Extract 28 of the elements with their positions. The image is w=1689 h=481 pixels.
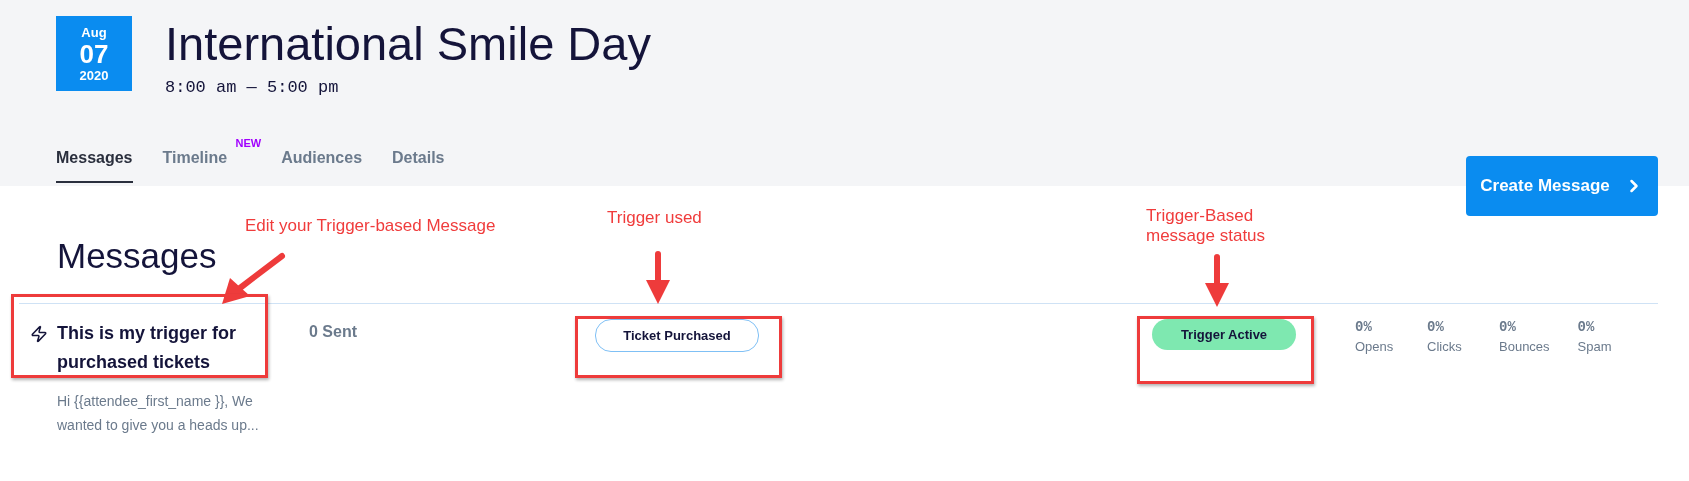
new-label: NEW: [235, 137, 262, 149]
tab[interactable]: Audiences: [281, 139, 363, 183]
message-preview: Hi {{attendee_first_name }}, We wanted to give you a heads up...: [57, 392, 260, 435]
create-message-button[interactable]: Create Message: [1466, 156, 1658, 216]
arrow-icon: [644, 250, 672, 306]
date-badge: Aug 07 2020: [56, 16, 132, 91]
message-title[interactable]: This is my trigger for purchased tickets: [57, 319, 279, 377]
sent-count: 0 Sent: [309, 322, 358, 341]
stat-label: Opens: [1355, 339, 1395, 354]
annotation-text: Edit your Trigger-based Message: [245, 216, 497, 236]
section-title: Messages: [57, 236, 217, 276]
trigger-tag: Ticket Purchased: [595, 319, 759, 352]
stat-label: Bounces: [1499, 339, 1550, 354]
event-title: International Smile Day: [165, 16, 651, 72]
tab[interactable]: Details: [392, 139, 445, 183]
stat-value: 0%: [1499, 319, 1517, 335]
stat-label: Clicks: [1427, 339, 1463, 354]
status-pill: Trigger Active: [1152, 319, 1296, 350]
stat-label: Spam: [1577, 339, 1613, 354]
lightning-icon: [30, 325, 48, 343]
annotation-text: Trigger used: [607, 208, 703, 228]
stat-value: 0%: [1577, 319, 1596, 335]
stat-value: 0%: [1427, 319, 1445, 335]
annotation-text: Trigger-Based message status: [1146, 206, 1267, 246]
stat-value: 0%: [1355, 319, 1373, 335]
arrow-icon: [1203, 253, 1231, 309]
tab[interactable]: Messages: [56, 139, 133, 183]
event-time: 8:00 am — 5:00 pm: [165, 78, 340, 97]
